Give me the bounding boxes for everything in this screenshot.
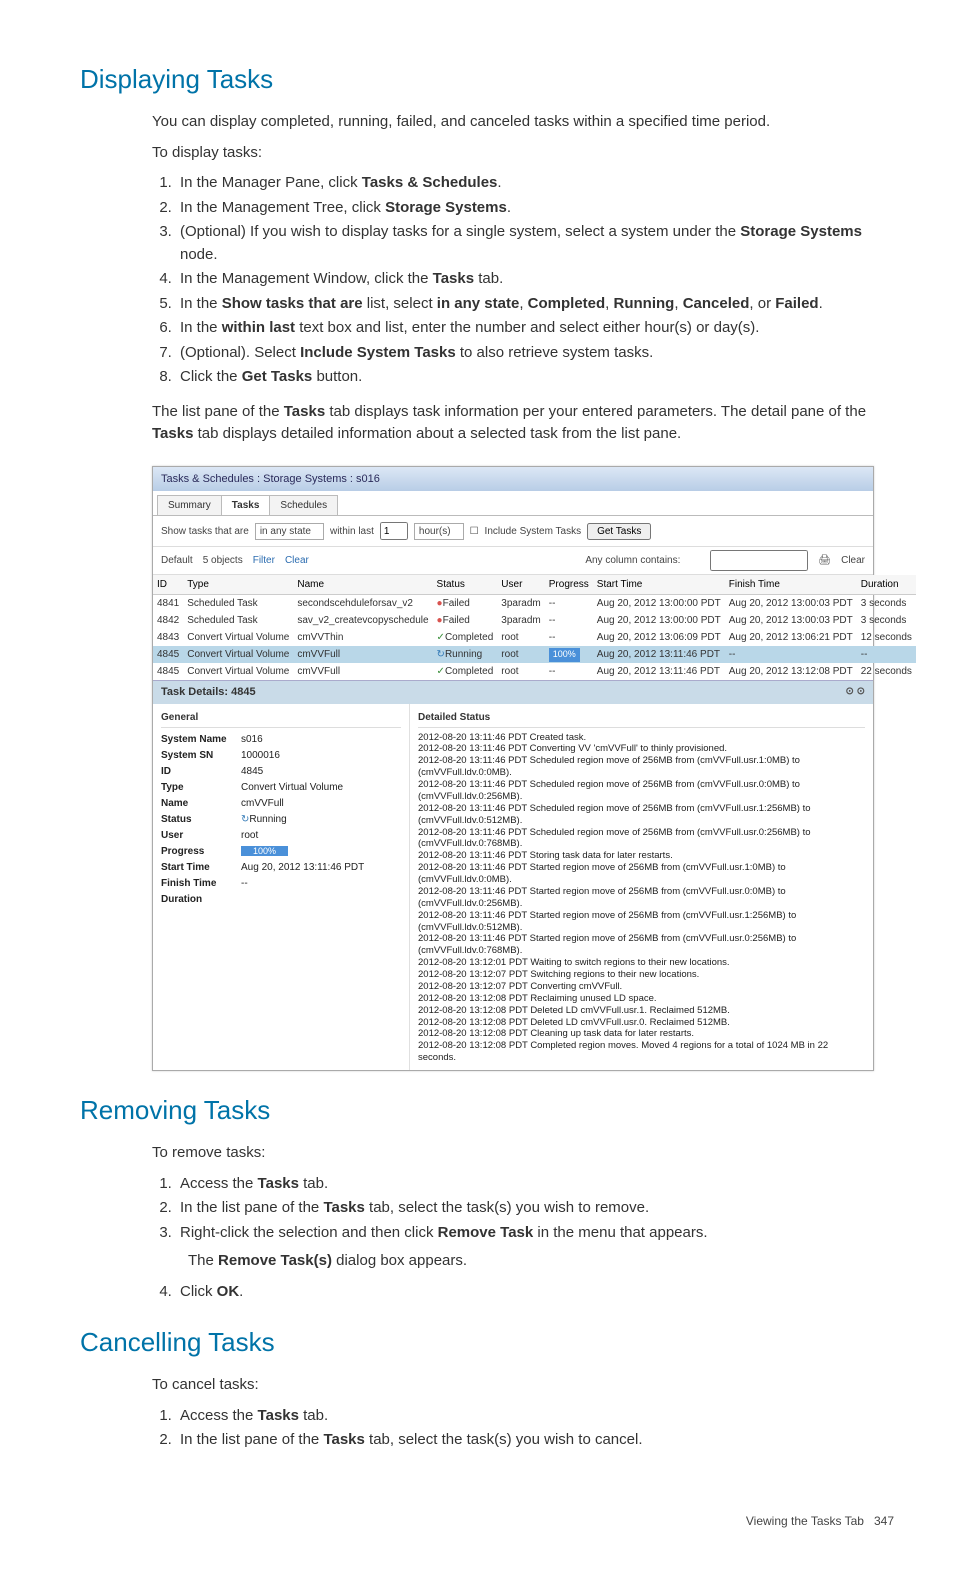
status-log: 2012-08-20 13:11:46 PDT Created task. 20… xyxy=(418,732,865,1065)
col-progress[interactable]: Progress xyxy=(545,575,593,595)
detail-kv: StatusRunning xyxy=(161,812,401,827)
tab-schedules[interactable]: Schedules xyxy=(269,495,338,515)
detail-kv: Duration xyxy=(161,892,401,907)
withinlast-input[interactable] xyxy=(380,522,408,540)
col-duration[interactable]: Duration xyxy=(857,575,916,595)
detailed-label: Detailed Status xyxy=(418,710,865,728)
contains-label: Any column contains: xyxy=(585,553,680,568)
detail-kv: NamecmVVFull xyxy=(161,796,401,811)
removing-lead: To remove tasks: xyxy=(152,1142,894,1165)
table-row[interactable]: 4842Scheduled Tasksav_v2_createvcopysche… xyxy=(153,612,916,629)
toolbar: Show tasks that are in any state within … xyxy=(153,516,873,546)
table-row[interactable]: 4845Convert Virtual VolumecmVVFullRunnin… xyxy=(153,646,916,663)
step-item: In the list pane of the Tasks tab, selec… xyxy=(176,1429,894,1452)
removing-steps: Access the Tasks tab.In the list pane of… xyxy=(152,1173,894,1304)
object-count: 5 objects xyxy=(203,553,243,568)
col-type[interactable]: Type xyxy=(183,575,293,595)
detail-kv: TypeConvert Virtual Volume xyxy=(161,780,401,795)
substep: The Remove Task(s) dialog box appears. xyxy=(188,1250,894,1273)
step-item: (Optional). Select Include System Tasks … xyxy=(176,342,894,365)
filter-link[interactable]: Filter xyxy=(253,553,275,568)
clear-link[interactable]: Clear xyxy=(841,553,865,568)
step-item: Click the Get Tasks button. xyxy=(176,366,894,389)
filter-bar: Default 5 objects Filter Clear Any colum… xyxy=(153,546,873,575)
details-header: Task Details: 4845 ⊙ ⊙ xyxy=(153,680,873,704)
step-item: Click OK. xyxy=(176,1281,894,1304)
label-showtasks: Show tasks that are xyxy=(161,524,249,539)
table-row[interactable]: 4845Convert Virtual VolumecmVVFullComple… xyxy=(153,663,916,680)
tab-tasks[interactable]: Tasks xyxy=(221,495,271,515)
displaying-steps: In the Manager Pane, click Tasks & Sched… xyxy=(152,172,894,389)
label-include: Include System Tasks xyxy=(485,524,582,539)
details-icons[interactable]: ⊙ ⊙ xyxy=(845,684,865,701)
detail-kv: Progress100% xyxy=(161,844,401,859)
step-item: In the list pane of the Tasks tab, selec… xyxy=(176,1197,894,1220)
step-item: Access the Tasks tab. xyxy=(176,1173,894,1196)
label-withinlast: within last xyxy=(330,524,374,539)
detail-kv: System SN1000016 xyxy=(161,748,401,763)
col-finish-time[interactable]: Finish Time xyxy=(725,575,857,595)
col-name[interactable]: Name xyxy=(293,575,432,595)
heading-removing: Removing Tasks xyxy=(80,1091,894,1130)
step-item: Right-click the selection and then click… xyxy=(176,1222,894,1273)
details-title: Task Details: 4845 xyxy=(161,684,256,701)
step-item: In the Management Window, click the Task… xyxy=(176,268,894,291)
details-status: Detailed Status 2012-08-20 13:11:46 PDT … xyxy=(410,704,873,1071)
heading-cancelling: Cancelling Tasks xyxy=(80,1323,894,1362)
print-icon[interactable]: 🖨 xyxy=(818,553,831,568)
table-row[interactable]: 4841Scheduled Tasksecondscehduleforsav_v… xyxy=(153,595,916,613)
checkbox-include[interactable]: ☐ xyxy=(470,524,479,539)
step-item: In the Manager Pane, click Tasks & Sched… xyxy=(176,172,894,195)
tasks-screenshot: Tasks & Schedules : Storage Systems : s0… xyxy=(152,466,874,1072)
col-user[interactable]: User xyxy=(497,575,544,595)
detail-kv: System Names016 xyxy=(161,732,401,747)
clear-filter-link[interactable]: Clear xyxy=(285,553,309,568)
page-footer: Viewing the Tasks Tab 347 xyxy=(80,1512,894,1530)
step-item: (Optional) If you wish to display tasks … xyxy=(176,221,894,266)
state-dropdown[interactable]: in any state xyxy=(255,523,324,540)
cancelling-lead: To cancel tasks: xyxy=(152,1374,894,1397)
lead-text: To display tasks: xyxy=(152,142,894,165)
intro-text: You can display completed, running, fail… xyxy=(152,111,894,134)
tab-summary[interactable]: Summary xyxy=(157,495,222,515)
displaying-outro: The list pane of the Tasks tab displays … xyxy=(152,401,894,446)
step-item: In the Management Tree, click Storage Sy… xyxy=(176,197,894,220)
cancelling-steps: Access the Tasks tab.In the list pane of… xyxy=(152,1405,894,1452)
unit-dropdown[interactable]: hour(s) xyxy=(414,523,464,540)
step-item: Access the Tasks tab. xyxy=(176,1405,894,1428)
default-dropdown[interactable]: Default xyxy=(161,553,193,568)
detail-kv: ID4845 xyxy=(161,764,401,779)
heading-displaying: Displaying Tasks xyxy=(80,60,894,99)
footer-page: 347 xyxy=(874,1514,894,1528)
tab-bar: SummaryTasksSchedules xyxy=(153,491,873,516)
step-item: In the Show tasks that are list, select … xyxy=(176,293,894,316)
contains-input[interactable] xyxy=(710,550,808,571)
detail-kv: Start TimeAug 20, 2012 13:11:46 PDT xyxy=(161,860,401,875)
detail-kv: Userroot xyxy=(161,828,401,843)
tasks-table: IDTypeNameStatusUserProgressStart TimeFi… xyxy=(153,575,916,680)
col-id[interactable]: ID xyxy=(153,575,183,595)
col-start-time[interactable]: Start Time xyxy=(593,575,725,595)
get-tasks-button[interactable]: Get Tasks xyxy=(587,523,651,540)
table-row[interactable]: 4843Convert Virtual VolumecmVVThinComple… xyxy=(153,629,916,646)
footer-label: Viewing the Tasks Tab xyxy=(746,1514,864,1528)
details-general: General System Names016System SN1000016I… xyxy=(153,704,410,1071)
window-title: Tasks & Schedules : Storage Systems : s0… xyxy=(153,467,873,492)
col-status[interactable]: Status xyxy=(433,575,498,595)
detail-kv: Finish Time-- xyxy=(161,876,401,891)
general-label: General xyxy=(161,710,401,728)
step-item: In the within last text box and list, en… xyxy=(176,317,894,340)
contains-dropdown[interactable] xyxy=(690,553,700,568)
